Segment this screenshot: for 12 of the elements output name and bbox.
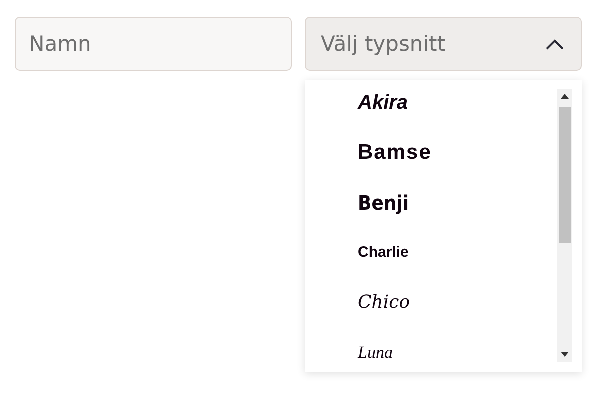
name-field[interactable]: Namn [15, 17, 292, 71]
scroll-down-icon[interactable] [560, 352, 568, 357]
font-option[interactable]: Chico [358, 289, 410, 339]
scroll-up-icon[interactable] [560, 94, 568, 99]
font-option[interactable]: Bamse [358, 139, 432, 189]
scrollbar[interactable] [557, 89, 572, 362]
font-option[interactable]: Benji [358, 189, 410, 239]
font-option[interactable]: Luna [358, 339, 393, 389]
font-option[interactable]: Akira [358, 89, 408, 139]
font-select[interactable]: Välj typsnitt [305, 17, 582, 71]
font-option[interactable]: Charlie [358, 239, 409, 289]
scroll-thumb[interactable] [558, 107, 570, 243]
